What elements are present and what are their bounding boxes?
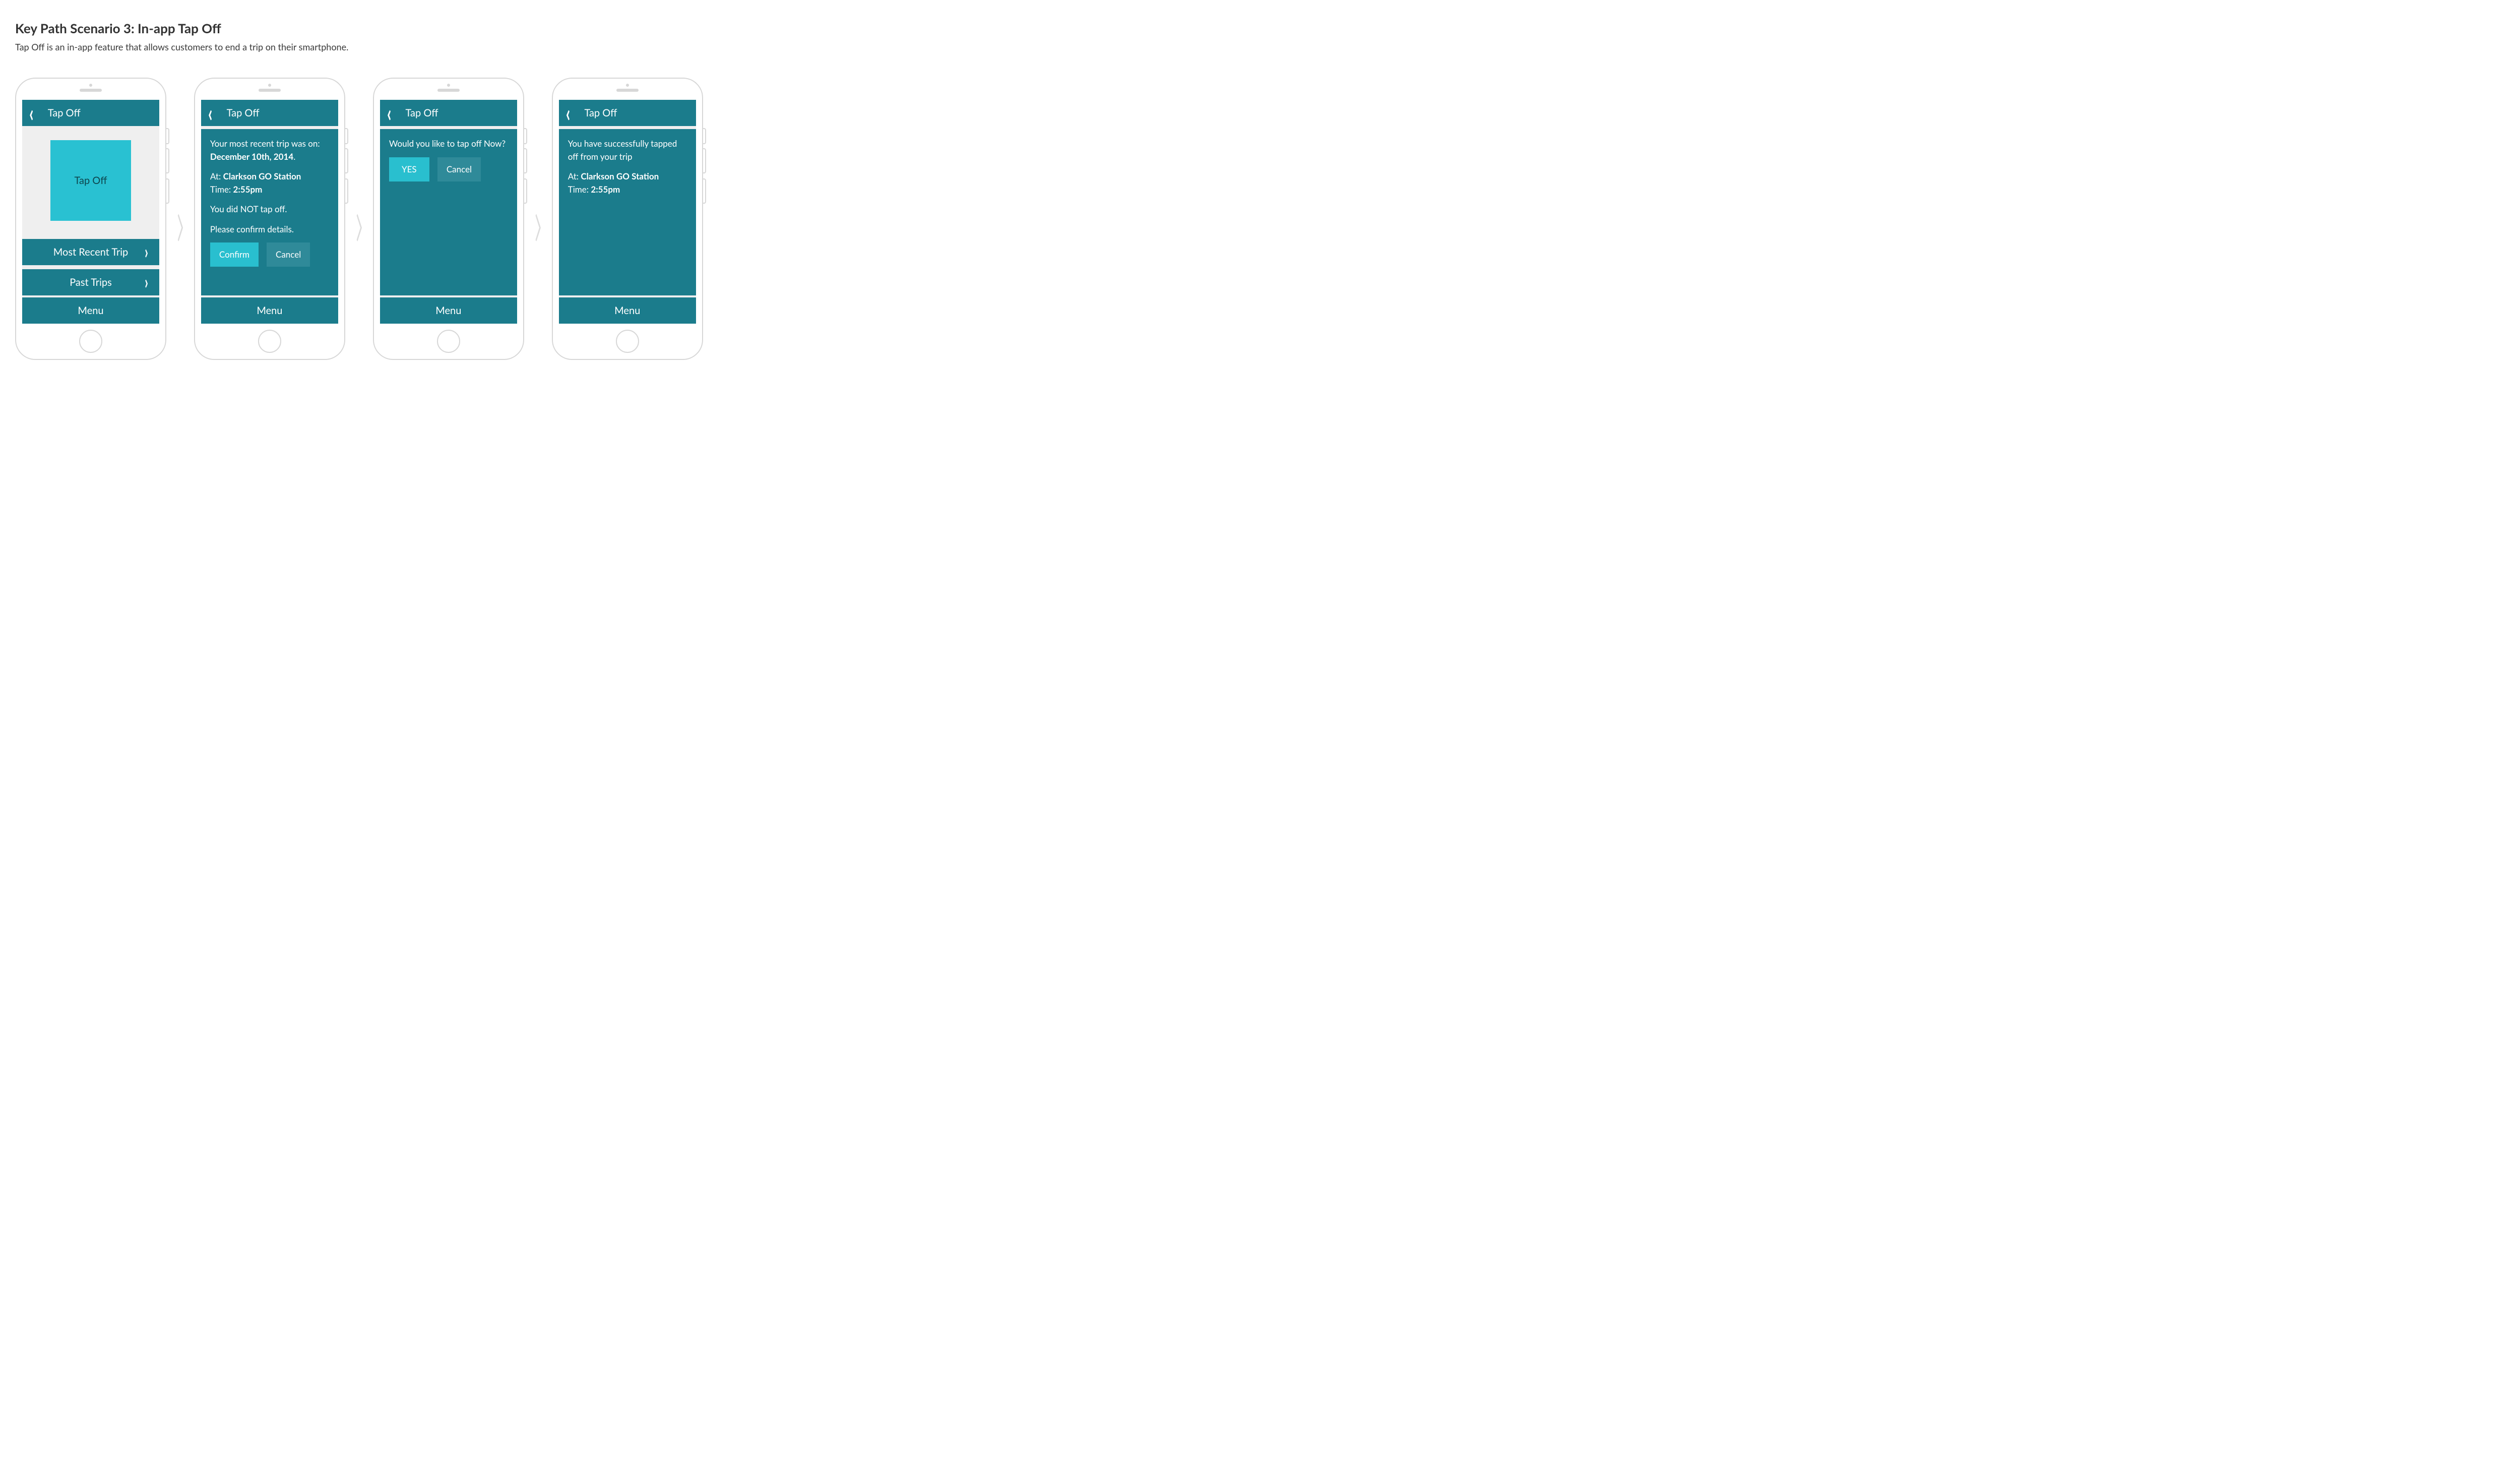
phone-side-button [524,148,527,173]
back-icon[interactable]: ‹ [208,101,213,125]
phone-side-button [703,128,706,144]
phone-speaker [259,89,281,92]
app-header: ‹ Tap Off [22,100,159,126]
phone-speaker [616,89,639,92]
app-screen-1: ‹ Tap Off Tap Off Most Recent Trip › Pas… [22,100,159,324]
nav-label: Past Trips [70,276,112,288]
header-title: Tap Off [227,107,260,119]
success-message: You have successfully tapped off from yo… [568,137,687,163]
phone-frame-2: ‹ Tap Off Your most recent trip was on: … [194,78,345,360]
chevron-right-icon: › [145,242,148,262]
phone-home-button[interactable] [437,330,460,353]
location-time-line: At: Clarkson GO Station Time: 2:55pm [210,170,329,196]
nav-label: Most Recent Trip [53,246,129,258]
app-screen-4: ‹ Tap Off You have successfully tapped o… [559,100,696,324]
text: . [293,151,295,162]
nav-past-trips[interactable]: Past Trips › [22,269,159,295]
button-row: YES Cancel [389,157,508,181]
trip-date: December 10th, 2014 [210,151,293,162]
phone-speaker [437,89,460,92]
success-panel: You have successfully tapped off from yo… [559,129,696,295]
flow-arrow-icon: › [533,184,543,254]
phone-home-button[interactable] [79,330,102,353]
header-title: Tap Off [48,107,81,119]
phone-frame-4: ‹ Tap Off You have successfully tapped o… [552,78,703,360]
phone-camera [89,84,92,87]
app-header: ‹ Tap Off [559,100,696,126]
phone-side-button [703,178,706,204]
page-heading: Key Path Scenario 3: In-app Tap Off [15,20,2505,36]
phone-side-button [166,178,169,204]
phone-side-button [166,128,169,144]
location-time-line: At: Clarkson GO Station Time: 2:55pm [568,170,687,196]
phone-side-button [524,178,527,204]
button-row: Confirm Cancel [210,242,329,267]
tapoff-prompt-panel: Would you like to tap off Now? YES Cance… [380,129,517,295]
text: Your most recent trip was on: [210,138,320,149]
phone-frame-1: ‹ Tap Off Tap Off Most Recent Trip › Pas… [15,78,166,360]
text: At: [568,171,581,181]
phone-side-button [345,128,348,144]
nav-most-recent-trip[interactable]: Most Recent Trip › [22,239,159,265]
tapoff-area: Tap Off [22,126,159,235]
phone-camera [268,84,271,87]
menu-button[interactable]: Menu [22,295,159,324]
not-tapped-off-text: You did NOT tap off. [210,203,329,216]
back-icon[interactable]: ‹ [387,101,392,125]
trip-station: Clarkson GO Station [581,171,659,181]
tapoff-prompt-text: Would you like to tap off Now? [389,137,508,150]
text: Time: [568,184,591,195]
phone-home-button[interactable] [258,330,281,353]
phone-camera [626,84,629,87]
phone-camera [447,84,450,87]
phone-frame-3: ‹ Tap Off Would you like to tap off Now?… [373,78,524,360]
back-icon[interactable]: ‹ [566,101,571,125]
text: Time: [210,184,233,195]
phone-speaker [80,89,102,92]
flow-arrow-icon: › [354,184,364,254]
phone-side-button [166,148,169,173]
phone-side-button [345,178,348,204]
header-title: Tap Off [406,107,438,119]
chevron-right-icon: › [145,273,148,292]
menu-button[interactable]: Menu [201,295,338,324]
trip-time: 2:55pm [591,184,620,195]
trip-station: Clarkson GO Station [223,171,301,181]
cancel-button[interactable]: Cancel [267,242,310,267]
trip-time: 2:55pm [233,184,263,195]
yes-button[interactable]: YES [389,157,429,181]
app-header: ‹ Tap Off [380,100,517,126]
phone-side-button [345,148,348,173]
trip-details-panel: Your most recent trip was on: December 1… [201,129,338,295]
phone-side-button [524,128,527,144]
app-screen-2: ‹ Tap Off Your most recent trip was on: … [201,100,338,324]
confirm-prompt-text: Please confirm details. [210,223,329,236]
phone-side-button [703,148,706,173]
app-header: ‹ Tap Off [201,100,338,126]
back-icon[interactable]: ‹ [29,101,34,125]
tapoff-button[interactable]: Tap Off [50,140,131,221]
page-subheading: Tap Off is an in-app feature that allows… [15,41,2505,52]
text: At: [210,171,223,181]
header-title: Tap Off [584,107,617,119]
phone-home-button[interactable] [616,330,639,353]
scenario-flow: ‹ Tap Off Tap Off Most Recent Trip › Pas… [15,78,2505,360]
flow-arrow-icon: › [175,184,185,254]
recent-trip-line: Your most recent trip was on: December 1… [210,137,329,163]
app-screen-3: ‹ Tap Off Would you like to tap off Now?… [380,100,517,324]
confirm-button[interactable]: Confirm [210,242,259,267]
cancel-button[interactable]: Cancel [437,157,481,181]
menu-button[interactable]: Menu [380,295,517,324]
menu-button[interactable]: Menu [559,295,696,324]
